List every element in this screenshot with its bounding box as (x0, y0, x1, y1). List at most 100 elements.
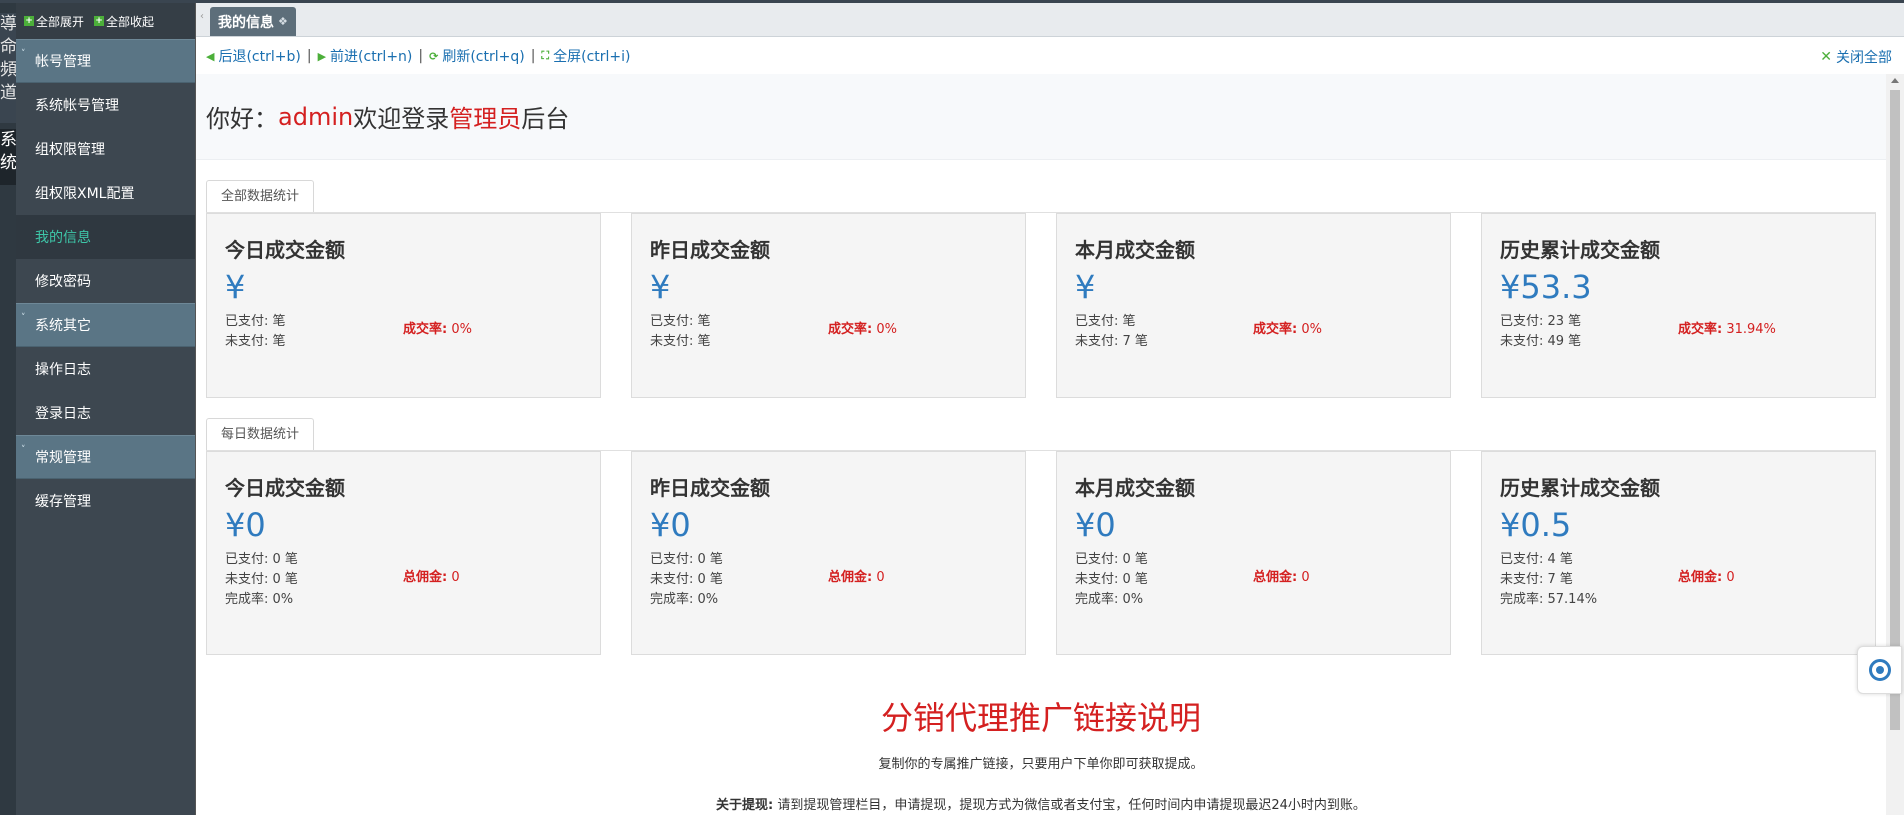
rate-label: 成交率: (1678, 322, 1723, 337)
total-commission: 总佣金: 0 (828, 566, 885, 585)
close-icon[interactable]: ❖ (278, 15, 288, 28)
refresh-label: 刷新(ctrl+q) (442, 49, 525, 65)
close-all-button[interactable]: ✕ 关闭全部 (1820, 47, 1892, 67)
conversion-rate: 成交率: 0% (828, 318, 897, 337)
fullscreen-button[interactable]: ⛶ 全屏(ctrl+i) (541, 46, 630, 66)
sidebar-group-label: 常规管理 (35, 450, 91, 466)
refresh-button[interactable]: ⟳ 刷新(ctrl+q) (429, 46, 525, 66)
system-group-label: 系统 (0, 129, 16, 175)
rate-value: 0% (872, 322, 897, 337)
card-amount: ¥53.3 (1500, 268, 1592, 306)
welcome-username: admin (278, 102, 354, 131)
welcome-prefix: 你好： (206, 105, 278, 133)
sidebar-item-my-info[interactable]: 我的信息 (16, 215, 195, 259)
card-amount: ¥ (1075, 268, 1096, 306)
sidebar: + 全部展开 + 全部收起 ˅ 帐号管理 系统帐号管理 组权限管理 组权限XML… (16, 3, 195, 815)
welcome-role: 管理员 (449, 105, 522, 133)
expand-all-button[interactable]: + 全部展开 (24, 13, 84, 30)
card-amount: ¥ (225, 268, 246, 306)
sidebar-item-label: 组权限管理 (35, 142, 105, 158)
sidebar-item-label: 我的信息 (35, 230, 91, 246)
main-content: 你好： admin 欢迎登录 管理员 后台 全部数据统计 今日成交金额 ¥ 已支付: 笔… (196, 74, 1886, 815)
sidebar-item-operation-log[interactable]: 操作日志 (16, 347, 195, 391)
sidebar-item-label: 修改密码 (35, 274, 91, 290)
translate-icon (1868, 659, 1891, 681)
conversion-rate: 成交率: 0% (403, 318, 472, 337)
chevron-down-icon: ˅ (21, 49, 26, 59)
tab-label: 我的信息 (218, 14, 274, 31)
sidebar-group-general[interactable]: ˅ 常规管理 (16, 435, 195, 479)
system-group-tab[interactable]: 系统 (0, 129, 16, 185)
scrollbar-thumb[interactable] (1890, 90, 1900, 730)
daily-card-history: 历史累计成交金额 ¥0.5 已支付: 4 笔 未支付: 7 笔 完成率: 57.… (1481, 451, 1876, 655)
completion-rate: 完成率: 0% (650, 592, 719, 607)
scroll-up-icon[interactable] (1891, 78, 1899, 83)
sidebar-group-system-other[interactable]: ˅ 系统其它 (16, 303, 195, 347)
channel-group-tab[interactable]: 導命頻道 (0, 13, 16, 123)
sidebar-item-cache[interactable]: 缓存管理 (16, 479, 195, 523)
welcome-banner: 你好： admin 欢迎登录 管理员 后台 (196, 74, 1886, 160)
sidebar-item-label: 组权限XML配置 (35, 186, 135, 202)
stat-card-history: 历史累计成交金额 ¥53.3 已支付: 23 笔 未支付: 49 笔 成交率: … (1481, 213, 1876, 398)
commission-label: 总佣金: (1253, 570, 1298, 585)
card-amount: ¥0 (1075, 506, 1116, 544)
arrow-left-icon: ◀ (206, 49, 215, 63)
left-vertical-strip: 導命頻道 系统 (0, 3, 16, 815)
tab-my-info[interactable]: 我的信息 ❖ (210, 7, 296, 36)
total-stats-cards: 今日成交金额 ¥ 已支付: 笔 未支付: 笔 成交率: 0% 昨日成交金额 ¥ … (206, 212, 1876, 398)
fullscreen-label: 全屏(ctrl+i) (553, 49, 631, 65)
stat-card-yesterday: 昨日成交金额 ¥ 已支付: 笔 未支付: 笔 成交率: 0% (631, 213, 1026, 398)
welcome-middle: 欢迎登录 (353, 105, 450, 133)
vertical-label-char: 系 (0, 130, 16, 150)
collapse-all-button[interactable]: + 全部收起 (94, 13, 154, 30)
forward-button[interactable]: ▶ 前进(ctrl+n) (318, 46, 413, 66)
chevron-down-icon: ˅ (21, 313, 26, 323)
collapse-all-label: 全部收起 (106, 14, 155, 29)
sidebar-item-system-account[interactable]: 系统帐号管理 (16, 83, 195, 127)
back-button[interactable]: ◀ 后退(ctrl+b) (206, 46, 301, 66)
sidebar-item-label: 登录日志 (35, 406, 91, 422)
withdraw-note: 关于提现: 请到提现管理栏目，申请提现，提现方式为微信或者支付宝，任何时间内申请… (196, 794, 1886, 813)
promo-title: 分销代理推广链接说明 (880, 699, 1201, 737)
stat-card-month: 本月成交金额 ¥ 已支付: 笔 未支付: 7 笔 成交率: 0% (1056, 213, 1451, 398)
card-title: 昨日成交金额 (650, 476, 770, 500)
tab-daily-stats[interactable]: 每日数据统计 (206, 418, 315, 450)
section-tab-label: 全部数据统计 (221, 189, 300, 204)
sidebar-item-permission-xml[interactable]: 组权限XML配置 (16, 171, 195, 215)
rate-value: 31.94% (1722, 322, 1776, 337)
tab-scroll-left-icon[interactable]: ‹ (200, 11, 204, 22)
completion-rate: 完成率: 0% (225, 592, 294, 607)
arrow-right-icon: ▶ (317, 49, 327, 63)
promo-description: 复制你的专属推广链接，只要用户下单你即可获取提成。 (878, 757, 1204, 772)
section-tab-label: 每日数据统计 (221, 427, 300, 442)
plus-icon: + (24, 16, 34, 26)
channel-group-label: 導命頻道 (0, 13, 16, 105)
card-title: 今日成交金额 (225, 238, 345, 262)
vertical-label-char: 導 (0, 14, 16, 34)
card-amount: ¥0 (225, 506, 266, 544)
vertical-label-char: 頻 (0, 60, 16, 80)
card-title: 历史累计成交金额 (1500, 238, 1660, 262)
fullscreen-icon: ⛶ (541, 49, 550, 62)
sidebar-group-label: 帐号管理 (35, 54, 91, 70)
sidebar-toolbar: + 全部展开 + 全部收起 (16, 3, 195, 39)
refresh-icon: ⟳ (429, 49, 439, 63)
commission-value: 0 (447, 570, 460, 585)
sidebar-group-account[interactable]: ˅ 帐号管理 (16, 39, 195, 83)
sidebar-group-label: 系统其它 (35, 318, 91, 334)
daily-stats-cards: 今日成交金额 ¥0 已支付: 0 笔 未支付: 0 笔 完成率: 0% 总佣金:… (206, 450, 1876, 655)
rate-value: 0% (1297, 322, 1322, 337)
commission-label: 总佣金: (403, 570, 448, 585)
tab-total-stats[interactable]: 全部数据统计 (206, 180, 315, 212)
floating-service-button[interactable] (1857, 646, 1902, 694)
sidebar-item-change-password[interactable]: 修改密码 (16, 259, 195, 303)
toolbar-separator: | (306, 48, 312, 64)
vertical-scrollbar[interactable] (1886, 74, 1904, 815)
tab-bar: ‹ 我的信息 ❖ (196, 3, 1904, 37)
minus-icon: + (94, 16, 105, 26)
sidebar-item-login-log[interactable]: 登录日志 (16, 391, 195, 435)
sidebar-item-group-permission[interactable]: 组权限管理 (16, 127, 195, 171)
vertical-label-char: 命 (0, 37, 16, 57)
vertical-label-char: 统 (0, 153, 16, 173)
commission-label: 总佣金: (1678, 570, 1723, 585)
